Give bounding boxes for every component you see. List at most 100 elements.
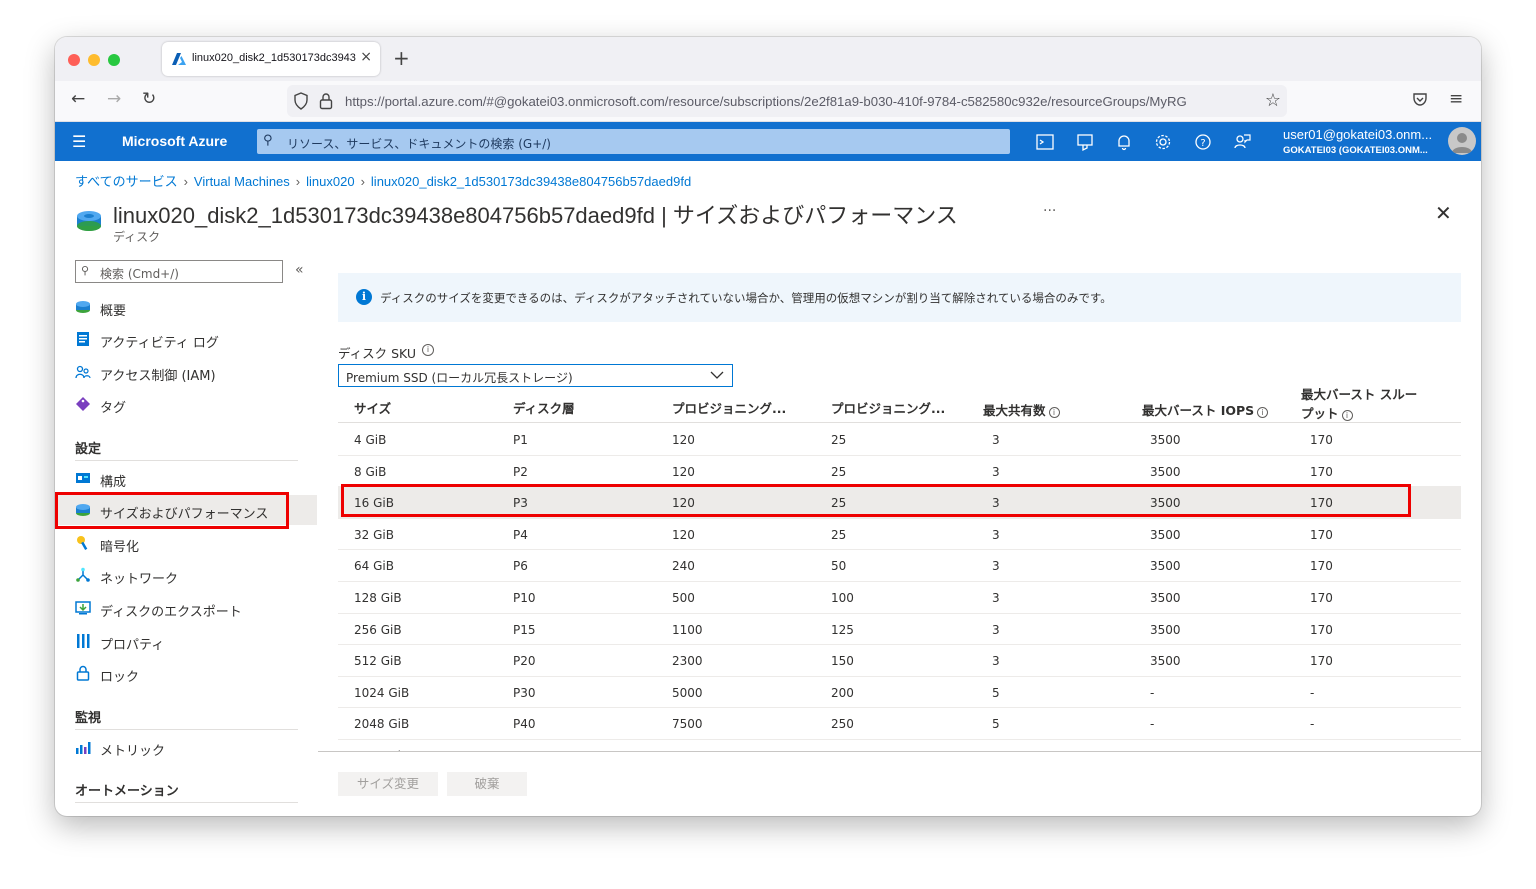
table-row[interactable]: 128 GiB P10 500 100 3 3500 170 <box>338 582 1461 614</box>
sidebar-item-properties[interactable]: プロパティ <box>75 626 317 656</box>
table-cell: 3 <box>992 559 1000 574</box>
table-row[interactable]: 64 GiB P6 240 50 3 3500 170 <box>338 550 1461 582</box>
pocket-icon[interactable] <box>1412 91 1428 107</box>
close-blade-button[interactable]: ✕ <box>1435 201 1452 225</box>
cloud-shell-icon[interactable] <box>1035 132 1055 152</box>
portal-menu-icon[interactable]: ☰ <box>72 132 86 151</box>
lock-icon[interactable] <box>319 92 333 110</box>
sidebar-item-label: メトリック <box>100 744 166 759</box>
table-cell: 25 <box>831 433 847 447</box>
header-tier[interactable]: ディスク層 <box>513 398 575 417</box>
table-cell: P1 <box>513 433 528 447</box>
help-icon[interactable]: ? <box>1193 132 1213 152</box>
breadcrumb-disk[interactable]: linux020_disk2_1d530173dc39438e804756b57… <box>371 174 691 189</box>
sidebar-search-input[interactable]: ⚲ 検索 (Cmd+/) <box>75 260 283 283</box>
table-row[interactable]: 512 GiB P20 2300 150 3 3500 170 <box>338 645 1461 677</box>
header-max-burst-throughput[interactable]: 最大バースト スルー プット i <box>1301 387 1417 423</box>
global-search-placeholder: リソース、サービス、ドキュメントの検索 (G+/) <box>287 137 551 151</box>
table-cell: 3500 <box>1150 654 1181 669</box>
table-row[interactable]: 1024 GiB P30 5000 200 5 - - <box>338 677 1461 709</box>
table-cell: 7500 <box>672 717 703 732</box>
info-circle-icon[interactable]: i <box>1048 407 1060 418</box>
disk-icon <box>77 211 101 231</box>
info-circle-icon[interactable]: i <box>1257 407 1269 418</box>
table-cell: P6 <box>513 559 528 574</box>
table-cell: 512 GiB <box>354 654 402 669</box>
browser-tab[interactable]: linux020_disk2_1d530173dc39438e804756b57… <box>162 42 380 76</box>
user-name[interactable]: user01@gokatei03.onm... <box>1283 127 1432 142</box>
table-cell: - <box>1150 685 1155 700</box>
forward-icon[interactable]: → <box>107 89 121 109</box>
table-header: サイズ ディスク層 プロビジョニング... プロビジョニング... 最大共有数 i… <box>338 387 1461 423</box>
header-provisioned-throughput[interactable]: プロビジョニング... <box>831 398 945 417</box>
breadcrumb-virtual-machines[interactable]: Virtual Machines <box>194 174 290 189</box>
sidebar-item-iam[interactable]: アクセス制御 (IAM) <box>75 357 317 387</box>
breadcrumb-vm[interactable]: linux020 <box>306 174 354 189</box>
info-circle-icon[interactable]: i <box>422 344 434 356</box>
sidebar-item-tags[interactable]: タグ <box>75 389 317 419</box>
url-text[interactable]: https://portal.azure.com/#@gokatei03.onm… <box>345 94 1257 109</box>
url-bar[interactable]: https://portal.azure.com/#@gokatei03.onm… <box>287 85 1287 117</box>
sidebar-highlight-box <box>55 492 289 529</box>
app-menu-icon[interactable]: ≡ <box>1449 89 1463 109</box>
tab-close-icon[interactable]: × <box>360 49 372 65</box>
table-row[interactable]: 4 GiB P1 120 25 3 3500 170 <box>338 424 1461 456</box>
table-row[interactable]: 2048 GiB P40 7500 250 5 - - <box>338 708 1461 740</box>
global-search-input[interactable]: ⚲ リソース、サービス、ドキュメントの検索 (G+/) <box>257 129 1010 154</box>
table-row[interactable]: 8 GiB P2 120 25 3 3500 170 <box>338 456 1461 488</box>
disk-icon <box>76 301 90 313</box>
svg-text:?: ? <box>1200 138 1205 149</box>
table-row[interactable]: 4096 GiBP5075002505-- <box>338 740 1461 751</box>
settings-gear-icon[interactable] <box>1153 132 1173 152</box>
table-row[interactable]: 32 GiB P4 120 25 3 3500 170 <box>338 519 1461 551</box>
breadcrumb-all-services[interactable]: すべてのサービス <box>75 174 178 189</box>
info-circle-icon[interactable]: i <box>1341 410 1353 421</box>
sidebar-item-label: ディスクのエクスポート <box>100 605 242 620</box>
activity-log-icon <box>77 332 89 346</box>
tag-icon <box>76 397 90 411</box>
sidebar-search-placeholder: 検索 (Cmd+/) <box>100 267 179 281</box>
table-row[interactable]: 256 GiB P15 1100 125 3 3500 170 <box>338 614 1461 646</box>
close-window-button[interactable] <box>68 54 80 66</box>
sidebar-item-overview[interactable]: 概要 <box>75 292 317 322</box>
search-icon: ⚲ <box>263 133 273 148</box>
sidebar-item-configuration[interactable]: 構成 <box>75 463 317 493</box>
disk-sku-dropdown[interactable]: Premium SSD (ローカル冗長ストレージ) <box>338 364 733 387</box>
zoom-window-button[interactable] <box>108 54 120 66</box>
feedback-icon[interactable] <box>1232 132 1252 152</box>
sku-label: ディスク SKU <box>338 346 417 361</box>
sidebar-item-locks[interactable]: ロック <box>75 658 317 688</box>
sidebar-item-networking[interactable]: ネットワーク <box>75 560 317 590</box>
avatar[interactable] <box>1448 127 1476 155</box>
sidebar-item-disk-export[interactable]: ディスクのエクスポート <box>75 593 317 623</box>
header-provisioned-iops[interactable]: プロビジョニング... <box>672 398 786 417</box>
header-size[interactable]: サイズ <box>354 398 391 417</box>
tab-bar: linux020_disk2_1d530173dc39438e804756b57… <box>55 37 1481 81</box>
back-icon[interactable]: ← <box>71 89 85 109</box>
table-cell: 3500 <box>1150 559 1181 574</box>
header-max-burst-iops[interactable]: 最大バースト IOPS i <box>1142 400 1269 419</box>
new-tab-button[interactable]: + <box>393 46 410 70</box>
table-cell: 3 <box>992 433 1000 447</box>
user-tenant[interactable]: GOKATEI03 (GOKATEI03.ONM... <box>1283 145 1428 156</box>
table-cell: 120 <box>672 433 695 447</box>
header-max-shares[interactable]: 最大共有数 i <box>983 400 1060 419</box>
table-cell: 100 <box>831 591 854 605</box>
sidebar-item-activity-log[interactable]: アクティビティ ログ <box>75 324 317 354</box>
reload-icon[interactable]: ↻ <box>142 89 156 109</box>
collapse-sidebar-button[interactable]: « <box>295 262 304 278</box>
shield-icon[interactable] <box>293 92 309 110</box>
lock-icon <box>76 665 90 681</box>
azure-brand[interactable]: Microsoft Azure <box>122 133 227 149</box>
bookmark-star-icon[interactable]: ☆ <box>1265 90 1281 111</box>
minimize-window-button[interactable] <box>88 54 100 66</box>
sidebar-item-metrics[interactable]: メトリック <box>75 732 317 762</box>
sidebar-divider <box>75 802 298 803</box>
directory-filter-icon[interactable] <box>1075 132 1095 152</box>
sidebar-item-encryption[interactable]: 暗号化 <box>75 528 317 558</box>
sidebar-divider <box>75 460 298 461</box>
resize-button[interactable]: サイズ変更 <box>338 772 438 796</box>
more-options-button[interactable]: ··· <box>1043 203 1056 219</box>
notifications-bell-icon[interactable] <box>1114 132 1134 152</box>
discard-button[interactable]: 破棄 <box>447 772 527 796</box>
